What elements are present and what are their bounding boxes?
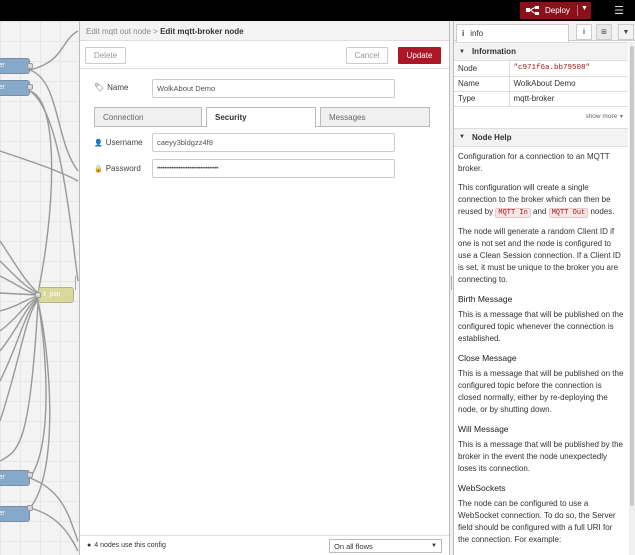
debug-tab-button[interactable]: ⊞ xyxy=(596,24,612,40)
deploy-label: Deploy xyxy=(545,6,570,15)
deploy-button[interactable]: Deploy ▼ xyxy=(520,2,591,19)
sidebar-scrollbar[interactable] xyxy=(629,42,635,555)
tab-connection[interactable]: Connection xyxy=(94,107,202,127)
resize-grip[interactable] xyxy=(75,276,78,290)
information-section-header[interactable]: ▼ Information xyxy=(454,42,628,61)
name-input[interactable]: WolkAbout Demo xyxy=(152,79,395,98)
scope-select[interactable]: On all flows ▼ xyxy=(329,539,442,553)
info-value: mqtt-broker xyxy=(509,91,628,107)
info-value: "c971f6a.bb79508" xyxy=(509,61,628,77)
breadcrumb-current: Edit mqtt-broker node xyxy=(160,27,244,36)
breadcrumb-separator: > xyxy=(153,27,158,36)
help-paragraph: This is a message that will be published… xyxy=(458,368,624,414)
join-icon: ⦀ xyxy=(43,292,46,298)
update-button[interactable]: Update xyxy=(398,47,441,64)
info-value: WolkAbout Demo xyxy=(509,76,628,92)
sidebar-content: ▼ Information Node "c971f6a.bb79508" Nam… xyxy=(454,42,628,555)
info-icon: i xyxy=(462,29,465,38)
tray-header: Edit mqtt out node > Edit mqtt-broker no… xyxy=(80,21,449,41)
name-label: 🏷 Name xyxy=(94,83,129,92)
info-circle-icon: ● xyxy=(87,542,92,549)
table-row: Node "c971f6a.bb79508" xyxy=(454,61,628,77)
sidebar-tab-info[interactable]: i info xyxy=(456,24,569,42)
flow-node[interactable]: ttler xyxy=(0,506,30,522)
info-key: Node xyxy=(454,61,510,77)
caret-down-icon[interactable]: ▼ xyxy=(581,5,588,12)
table-row: Type mqtt-broker xyxy=(454,91,628,107)
table-row: Name WolkAbout Demo xyxy=(454,76,628,92)
breadcrumb-parent[interactable]: Edit mqtt out node xyxy=(86,27,151,36)
help-paragraph: Configuration for a connection to an MQT… xyxy=(458,151,610,173)
tray-footer: ● 4 nodes use this config On all flows ▼ xyxy=(80,535,449,555)
node-help-section-header[interactable]: ▼ Node Help xyxy=(454,127,628,147)
help-heading: WebSockets xyxy=(458,482,506,493)
username-input[interactable]: caeyy3bldgzz4f8 xyxy=(152,133,395,152)
scrollbar-thumb[interactable] xyxy=(630,46,634,506)
info-key: Name xyxy=(454,76,510,92)
user-icon: 👤 xyxy=(94,139,103,147)
editor-tray: Edit mqtt out node > Edit mqtt-broker no… xyxy=(79,21,450,555)
main-menu-button[interactable]: ☰ xyxy=(609,2,629,19)
sidebar: i info i ⊞ ▼ ▼ Information Node "c971f6a… xyxy=(453,21,635,555)
delete-button[interactable]: Delete xyxy=(85,47,126,64)
node-port[interactable] xyxy=(27,63,33,69)
chevron-down-icon: ▼ xyxy=(459,48,465,55)
code-tag: MQTT Out xyxy=(548,207,589,218)
password-label: 🔒 Password xyxy=(94,164,141,173)
help-heading: Close Message xyxy=(458,352,517,363)
help-heading: Birth Message xyxy=(458,293,513,304)
caret-down-icon: ▼ xyxy=(431,543,437,549)
help-paragraph: The node will generate a random Client I… xyxy=(458,226,621,284)
node-port[interactable] xyxy=(27,505,33,511)
tray-toolbar: Delete Cancel Update xyxy=(80,42,449,69)
help-paragraph: This configuration will create a single … xyxy=(458,182,615,218)
caret-down-icon: ▼ xyxy=(622,28,630,36)
tab-security[interactable]: Security xyxy=(206,107,316,128)
sidebar-tab-bar: i info i ⊞ ▼ xyxy=(454,21,635,42)
help-paragraph: This is a message that will be published… xyxy=(458,439,623,473)
hamburger-icon: ☰ xyxy=(614,5,624,17)
code-tag: MQTT In xyxy=(495,207,531,218)
caret-down-icon: ▼ xyxy=(619,113,624,120)
flow-node[interactable]: ttler xyxy=(0,80,30,96)
config-usage-note: ● 4 nodes use this config xyxy=(87,542,166,549)
flow-node-join[interactable]: ⦀ join xyxy=(38,287,74,303)
deploy-separator xyxy=(577,5,578,16)
chevron-down-icon: ▼ xyxy=(459,134,465,140)
help-heading: Will Message xyxy=(458,423,509,434)
tab-messages[interactable]: Messages xyxy=(320,107,430,127)
help-paragraph: This is a message that will be published… xyxy=(458,309,624,343)
tag-icon: 🏷 xyxy=(94,83,105,92)
bug-icon: ⊞ xyxy=(601,29,607,36)
info-tab-button[interactable]: i xyxy=(576,24,592,40)
node-port[interactable] xyxy=(27,84,33,90)
cancel-button[interactable]: Cancel xyxy=(346,47,388,64)
breadcrumb: Edit mqtt out node > Edit mqtt-broker no… xyxy=(86,27,244,36)
info-icon: i xyxy=(583,28,585,36)
config-tabs: Connection Security Messages xyxy=(94,107,430,128)
flow-node[interactable]: ttler xyxy=(0,470,30,486)
password-input[interactable]: •••••••••••••••••••••••••••••••••• xyxy=(152,159,395,178)
info-table: Node "c971f6a.bb79508" Name WolkAbout De… xyxy=(454,61,628,107)
username-label: 👤 Username xyxy=(94,138,143,147)
deploy-icon xyxy=(526,6,539,15)
flow-workspace[interactable]: ttler ttler ⦀join ttler ttler xyxy=(0,21,79,555)
info-key: Type xyxy=(454,91,510,107)
node-port[interactable] xyxy=(27,472,33,478)
sidebar-menu-button[interactable]: ▼ xyxy=(618,24,634,40)
node-help-body: Configuration for a connection to an MQT… xyxy=(454,147,628,546)
show-more-link[interactable]: show more ▼ xyxy=(454,107,628,128)
flow-node[interactable]: ttler xyxy=(0,58,30,74)
node-port[interactable] xyxy=(35,292,41,298)
app-header: Deploy ▼ ☰ xyxy=(0,0,635,21)
lock-icon: 🔒 xyxy=(94,165,103,173)
help-paragraph: The node can be configured to use a WebS… xyxy=(458,498,616,544)
